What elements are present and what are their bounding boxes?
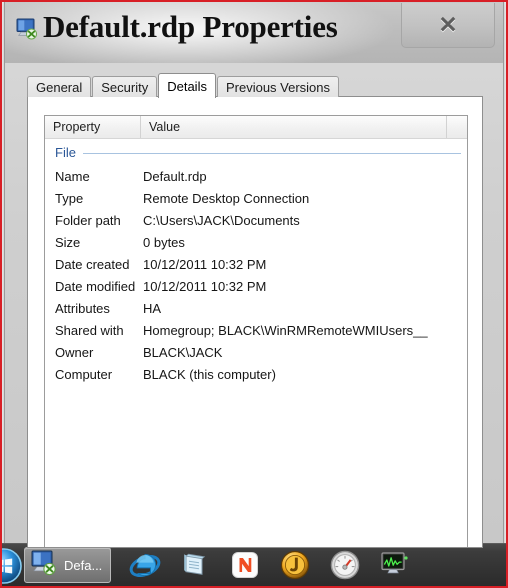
property-name: Size — [55, 234, 81, 250]
property-value: BLACK (this computer) — [143, 366, 276, 382]
taskbar: Defa... — [2, 543, 506, 586]
table-row[interactable]: Date created 10/12/2011 10:32 PM — [45, 253, 467, 275]
tab-label: Details — [167, 78, 207, 94]
table-row[interactable]: Folder path C:\Users\JACK\Documents — [45, 209, 467, 231]
group-header-file: File — [45, 139, 467, 165]
remote-desktop-icon — [15, 18, 39, 40]
property-name: Attributes — [55, 300, 110, 316]
tab-security[interactable]: Security — [92, 76, 158, 97]
tab-previous-versions[interactable]: Previous Versions — [216, 76, 340, 97]
nitro-pdf-icon[interactable] — [229, 549, 261, 581]
tab-strip: General Security Details Previous Versio… — [27, 73, 340, 98]
close-button[interactable]: ✕ — [401, 3, 495, 48]
taskbar-item-label: Defa... — [64, 557, 103, 573]
table-row[interactable]: Size 0 bytes — [45, 231, 467, 253]
table-row[interactable]: Attributes HA — [45, 297, 467, 319]
column-header-extra[interactable] — [447, 116, 467, 138]
tab-label: Previous Versions — [225, 79, 331, 95]
property-value: HA — [143, 300, 162, 316]
close-icon: ✕ — [438, 11, 458, 38]
resource-monitor-icon[interactable] — [379, 549, 411, 581]
property-name: Type — [55, 190, 84, 206]
property-value: BLACK\JACK — [143, 344, 223, 360]
table-row[interactable]: Owner BLACK\JACK — [45, 341, 467, 363]
property-name: Shared with — [55, 322, 124, 338]
tab-label: Security — [101, 79, 149, 95]
table-row[interactable]: Name Default.rdp — [45, 165, 467, 187]
remote-desktop-icon — [30, 550, 58, 581]
speedometer-icon[interactable] — [329, 549, 361, 581]
start-orb-icon[interactable] — [2, 546, 22, 584]
property-rows: Name Default.rdp Type Remote Desktop Con… — [45, 165, 467, 385]
column-header-value[interactable]: Value — [141, 116, 447, 138]
group-divider — [83, 153, 461, 154]
java-icon[interactable] — [279, 549, 311, 581]
property-value: Homegroup; BLACK\WinRMRemoteWMIUsers__ — [143, 322, 428, 338]
property-value: 10/12/2011 10:32 PM — [143, 256, 267, 272]
property-name: Date modified — [55, 278, 136, 294]
property-value: 10/12/2011 10:32 PM — [143, 278, 267, 294]
list-header-row: Property Value — [45, 116, 467, 139]
property-value: Remote Desktop Connection — [143, 190, 310, 206]
tab-details[interactable]: Details — [158, 73, 216, 98]
property-name: Owner — [55, 344, 94, 360]
table-row[interactable]: Type Remote Desktop Connection — [45, 187, 467, 209]
dialog-title-bar: Default.rdp Properties ✕ — [5, 2, 503, 63]
property-value: 0 bytes — [143, 234, 185, 250]
group-label: File — [55, 144, 83, 160]
table-row[interactable]: Computer BLACK (this computer) — [45, 363, 467, 385]
properties-dialog: Default.rdp Properties ✕ General Securit… — [4, 2, 504, 550]
page-title: Default.rdp Properties — [43, 9, 338, 44]
property-list-view[interactable]: Property Value File Name Default.rdp Typ… — [44, 115, 468, 547]
internet-explorer-icon[interactable] — [129, 549, 161, 581]
details-tab-panel: Property Value File Name Default.rdp Typ… — [27, 96, 483, 548]
property-value: C:\Users\JACK\Documents — [143, 212, 300, 228]
screen-capture: Default.rdp Properties ✕ General Securit… — [0, 0, 508, 588]
property-value: Default.rdp — [143, 168, 207, 184]
table-row[interactable]: Date modified 10/12/2011 10:32 PM — [45, 275, 467, 297]
notepad-icon[interactable] — [179, 549, 211, 581]
property-name: Computer — [55, 366, 113, 382]
property-name: Date created — [55, 256, 130, 272]
column-header-property[interactable]: Property — [45, 116, 141, 138]
property-name: Name — [55, 168, 90, 184]
taskbar-item-default-rdp[interactable]: Defa... — [24, 547, 112, 583]
table-row[interactable]: Shared with Homegroup; BLACK\WinRMRemote… — [45, 319, 467, 341]
tab-label: General — [36, 79, 83, 95]
property-name: Folder path — [55, 212, 121, 228]
tab-general[interactable]: General — [27, 76, 92, 97]
